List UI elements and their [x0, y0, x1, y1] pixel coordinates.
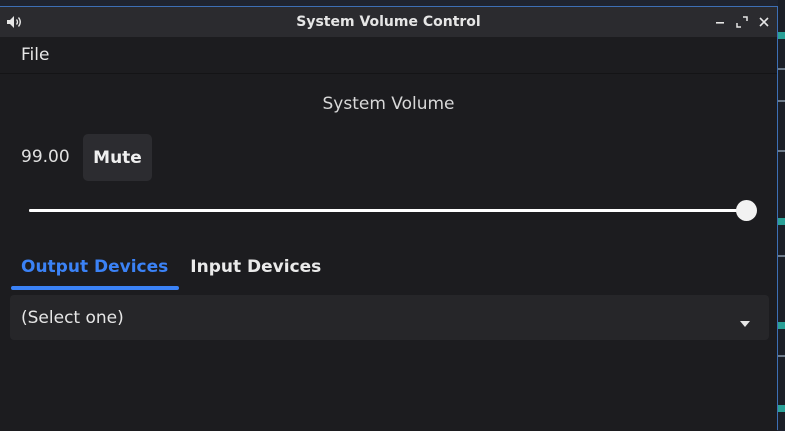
close-icon[interactable] — [757, 15, 771, 29]
mute-button[interactable]: Mute — [83, 134, 152, 181]
tab-output-devices[interactable]: Output Devices — [10, 252, 180, 290]
editor-line — [778, 100, 785, 102]
volume-slider[interactable] — [29, 198, 757, 222]
editor-line — [778, 68, 785, 70]
device-tabs: Output Devices Input Devices — [10, 252, 332, 292]
slider-fill — [29, 209, 746, 212]
editor-marker — [778, 32, 785, 39]
window-controls — [713, 7, 771, 37]
editor-line — [778, 355, 785, 357]
tab-input-devices[interactable]: Input Devices — [179, 252, 332, 290]
section-heading: System Volume — [322, 94, 455, 114]
main-content: System Volume 99.00 Mute Output Devices … — [0, 74, 777, 431]
device-select-value: (Select one) — [21, 307, 124, 328]
slider-thumb[interactable] — [735, 200, 757, 221]
background-editor-edge — [778, 0, 785, 430]
menu-file[interactable]: File — [0, 45, 70, 65]
editor-line — [778, 255, 785, 257]
volume-control-window: System Volume Control File System Volume… — [0, 6, 778, 431]
caret-down-icon — [739, 313, 751, 327]
editor-marker — [778, 322, 785, 329]
window-title: System Volume Control — [296, 14, 481, 30]
editor-marker — [778, 218, 785, 225]
title-bar[interactable]: System Volume Control — [0, 7, 777, 37]
device-select[interactable]: (Select one) — [10, 295, 769, 340]
minimize-icon[interactable] — [713, 15, 727, 29]
volume-readout: 99.00 — [21, 147, 70, 167]
maximize-icon[interactable] — [735, 15, 749, 29]
menu-bar: File — [0, 37, 777, 74]
speaker-icon — [6, 14, 22, 30]
editor-marker — [778, 405, 785, 412]
editor-line — [778, 150, 785, 152]
